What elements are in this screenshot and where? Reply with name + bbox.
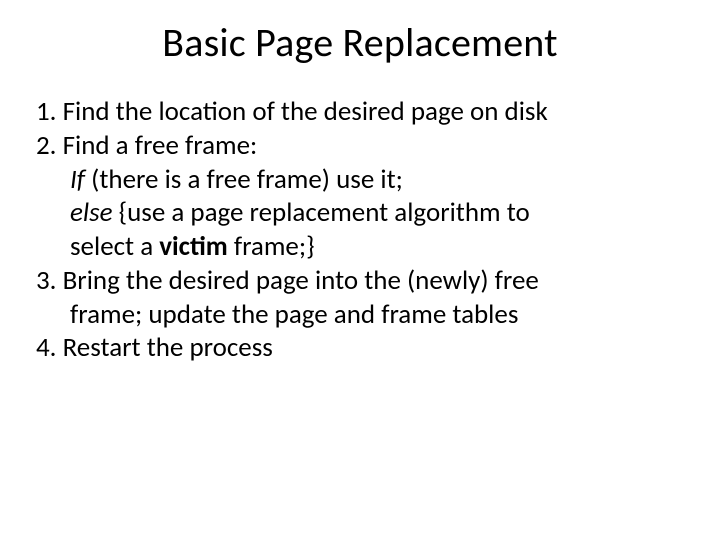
step-2-else-line1: else {use a page replacement algorithm t…	[36, 196, 684, 230]
else-keyword: else	[70, 196, 113, 229]
step-2: 2. Find a free frame:	[36, 129, 684, 163]
slide: Basic Page Replacement 1. Find the locat…	[0, 0, 720, 540]
else-text-2a: select a	[70, 230, 159, 263]
slide-title: Basic Page Replacement	[36, 18, 684, 67]
step-3-line2: frame; update the page and frame tables	[36, 298, 684, 332]
step-4: 4. Restart the process	[36, 331, 684, 365]
slide-body: 1. Find the location of the desired page…	[36, 95, 684, 365]
step-2-else-line2: select a victim frame;}	[36, 230, 684, 264]
else-text: {use a page replacement algorithm to	[113, 196, 530, 229]
step-2-if: If (there is a free frame) use it;	[36, 163, 684, 197]
if-keyword: If	[70, 163, 85, 196]
victim-word: victim	[159, 230, 227, 263]
if-text: (there is a free frame) use it;	[85, 163, 403, 196]
step-3-line1: 3. Bring the desired page into the (newl…	[36, 264, 684, 298]
else-text-2b: frame;}	[228, 230, 315, 263]
step-1: 1. Find the location of the desired page…	[36, 95, 684, 129]
